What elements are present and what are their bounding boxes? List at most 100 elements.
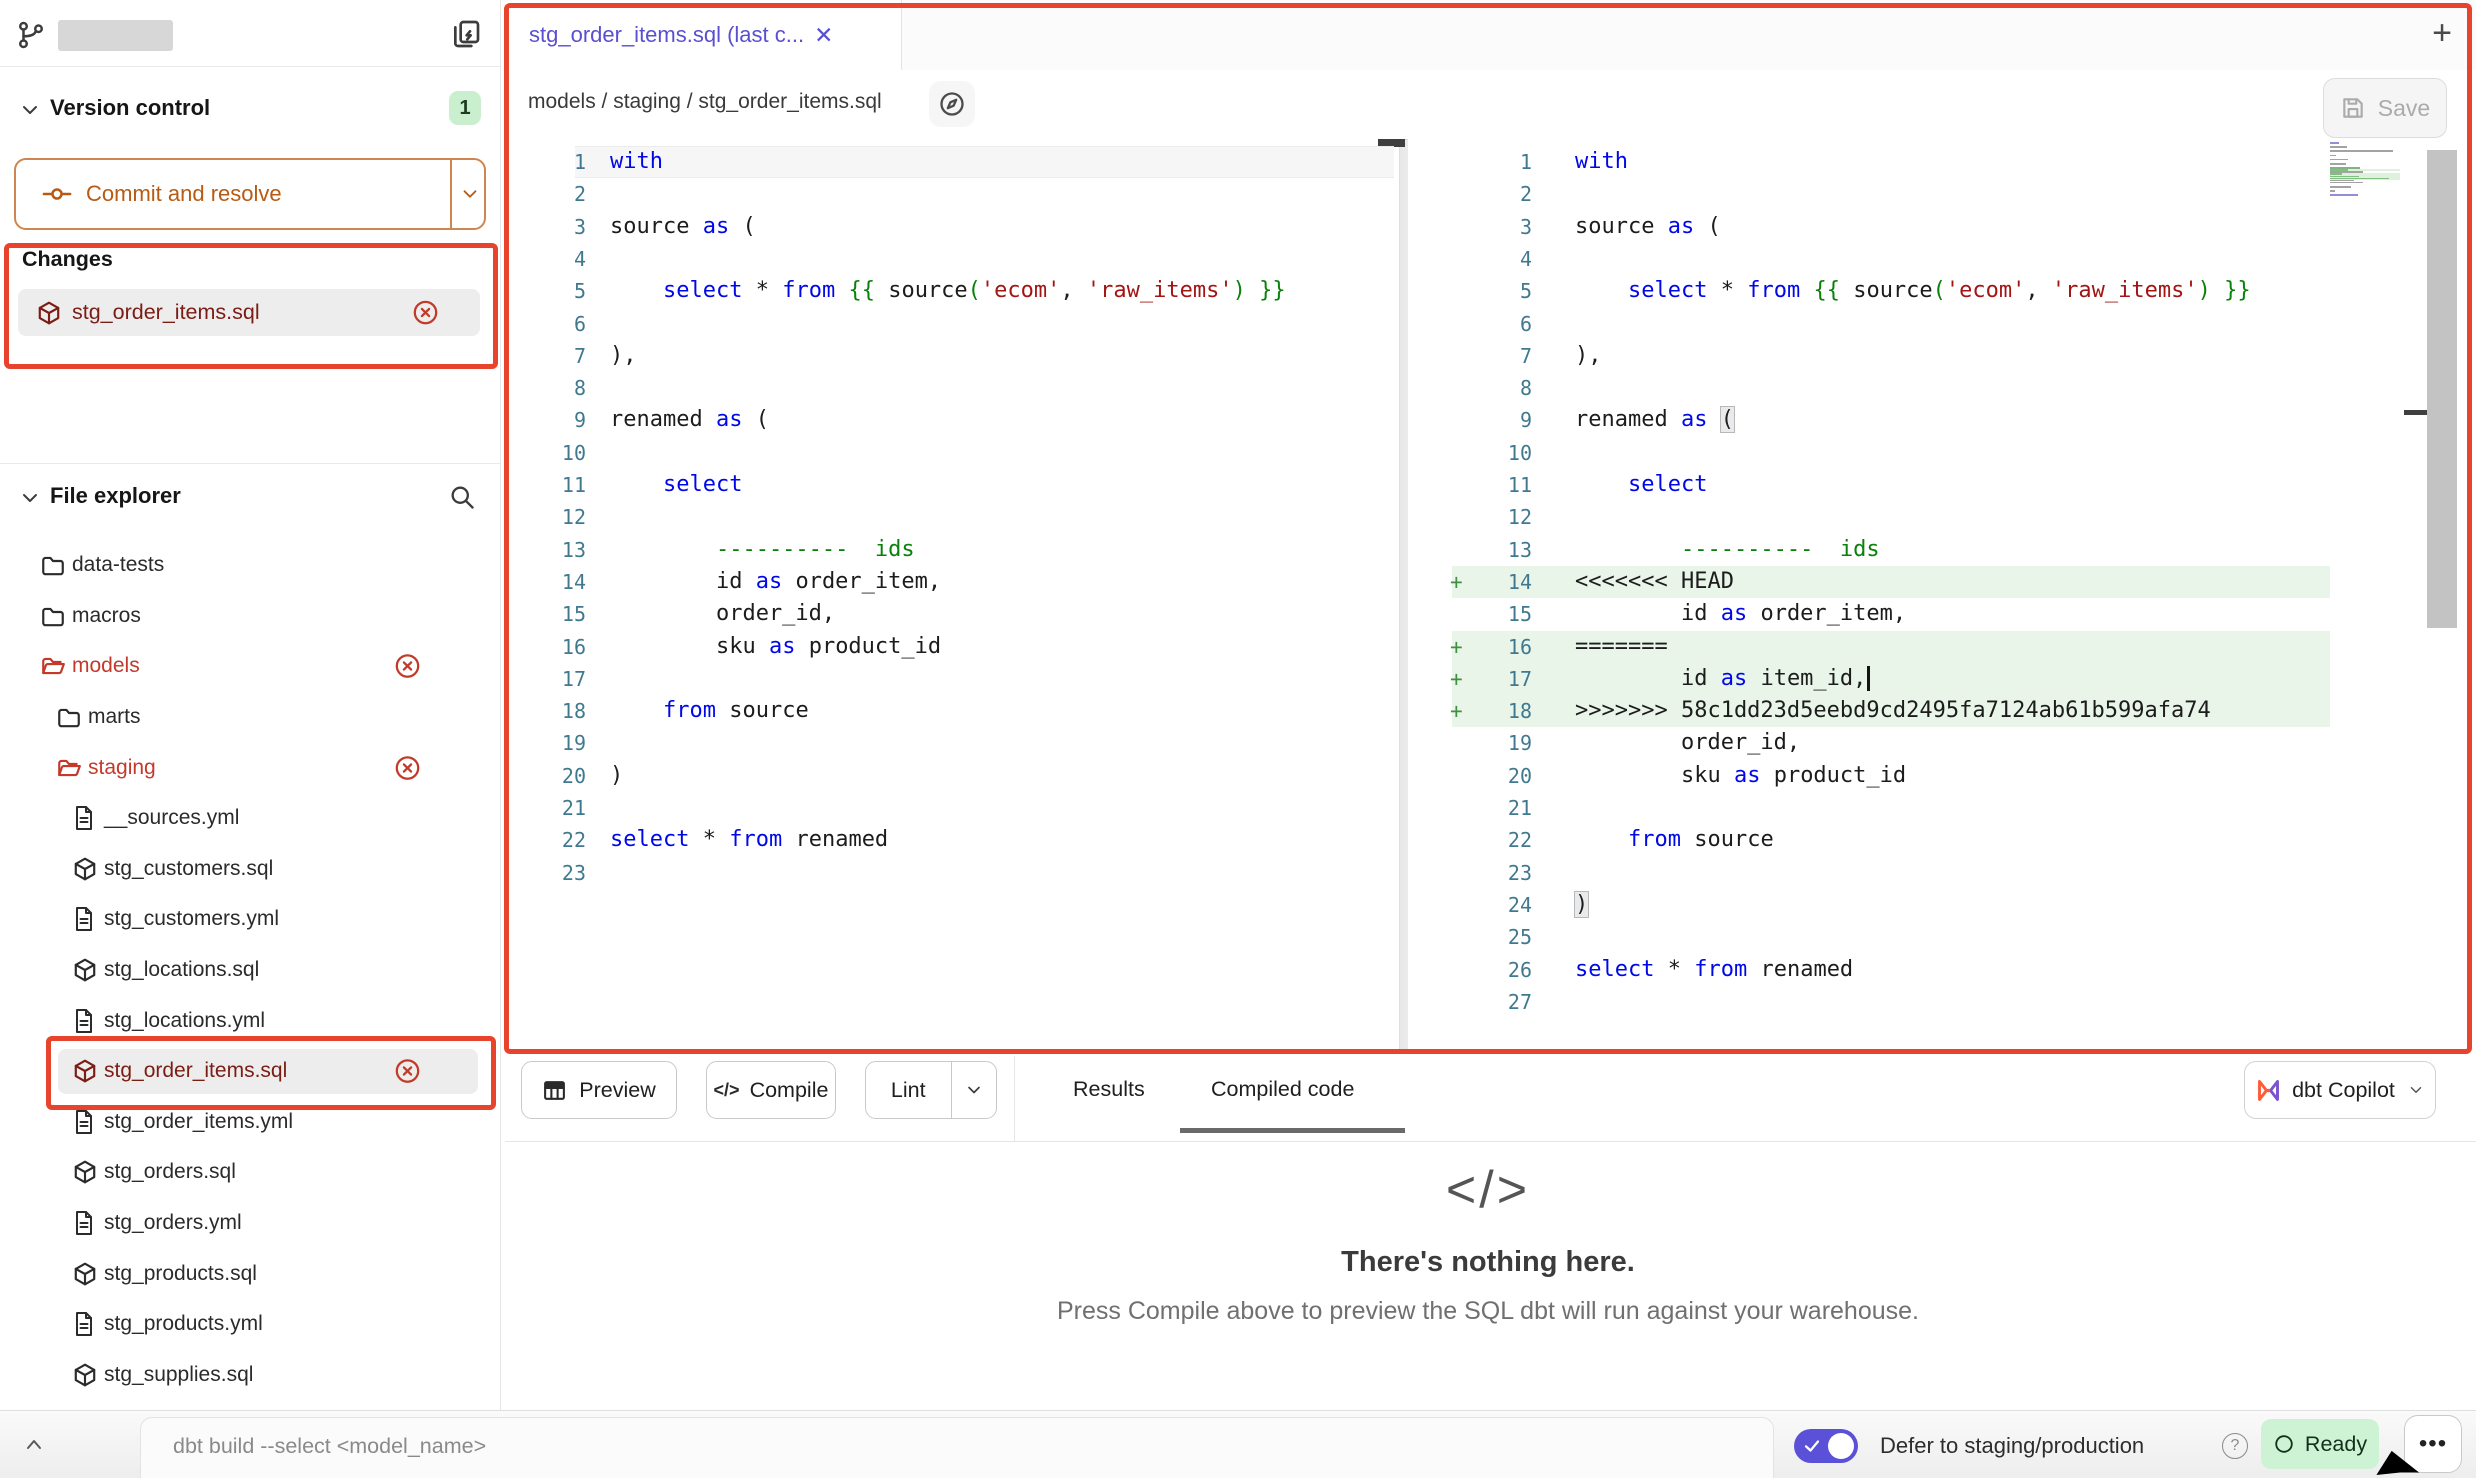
preview-button[interactable]: Preview bbox=[521, 1061, 677, 1119]
editor-pane-current[interactable]: 1with23source as (45 select * from {{ so… bbox=[1408, 139, 2476, 1049]
minimap[interactable] bbox=[2330, 142, 2400, 199]
chevron-down-icon[interactable] bbox=[459, 183, 481, 205]
code-line-7[interactable]: 7), bbox=[1408, 340, 2476, 372]
command-input[interactable]: dbt build --select <model_name> bbox=[140, 1417, 1774, 1478]
code-line-1[interactable]: 1with bbox=[1408, 146, 2476, 178]
help-icon[interactable]: ? bbox=[2222, 1433, 2248, 1459]
tab-stg-order-items[interactable]: stg_order_items.sql (last c... ✕ bbox=[501, 0, 902, 71]
code-line-19[interactable]: 19 order_id, bbox=[1408, 727, 2476, 759]
tree-item-stg-supplies-sql[interactable]: stg_supplies.sql bbox=[0, 1350, 500, 1401]
dbt-copilot-button[interactable]: dbt Copilot bbox=[2244, 1061, 2436, 1119]
tree-item--sources-yml[interactable]: __sources.yml bbox=[0, 793, 500, 844]
version-control-header[interactable]: Version control bbox=[50, 95, 210, 121]
code-line-16[interactable]: 16 sku as product_id bbox=[501, 631, 1397, 663]
commit-and-resolve-button[interactable]: Commit and resolve bbox=[14, 158, 486, 230]
right-scrollbar-thumb[interactable] bbox=[2427, 150, 2457, 628]
search-icon[interactable] bbox=[448, 483, 476, 511]
chevron-up-icon[interactable] bbox=[22, 1433, 46, 1457]
code-line-6[interactable]: 6 bbox=[1408, 308, 2476, 340]
code-line-17[interactable]: 17+ id as item_id, bbox=[1408, 663, 2476, 695]
code-line-10[interactable]: 10 bbox=[1408, 437, 2476, 469]
code-line-16[interactable]: 16+======= bbox=[1408, 631, 2476, 663]
code-line-18[interactable]: 18+>>>>>>> 58c1dd23d5eebd9cd2495fa7124ab… bbox=[1408, 695, 2476, 727]
code-line-23[interactable]: 23 bbox=[1408, 857, 2476, 889]
code-line-15[interactable]: 15 id as order_item, bbox=[1408, 598, 2476, 630]
code-line-4[interactable]: 4 bbox=[1408, 243, 2476, 275]
discard-change-icon[interactable] bbox=[394, 1058, 421, 1085]
tree-item-stg-customers-sql[interactable]: stg_customers.sql bbox=[0, 844, 500, 895]
editor-pane-previous-version[interactable]: 1with23source as (45 select * from {{ so… bbox=[501, 139, 1397, 1049]
code-line-21[interactable]: 21 bbox=[1408, 792, 2476, 824]
tree-item-stg-order-items-yml[interactable]: stg_order_items.yml bbox=[0, 1097, 500, 1148]
defer-toggle[interactable] bbox=[1794, 1429, 1858, 1463]
discard-change-icon[interactable] bbox=[394, 653, 421, 680]
code-line-4[interactable]: 4 bbox=[501, 243, 1397, 275]
code-line-27[interactable]: 27 bbox=[1408, 986, 2476, 1018]
code-line-20[interactable]: 20) bbox=[501, 760, 1397, 792]
tree-item-macros[interactable]: macros bbox=[0, 591, 500, 642]
code-line-21[interactable]: 21 bbox=[501, 792, 1397, 824]
tree-item-staging[interactable]: staging bbox=[0, 742, 500, 793]
code-line-14[interactable]: 14 id as order_item, bbox=[501, 566, 1397, 598]
tree-item-stg-order-items-sql[interactable]: stg_order_items.sql bbox=[0, 1046, 500, 1097]
tree-item-stg-products-yml[interactable]: stg_products.yml bbox=[0, 1299, 500, 1350]
close-tab-icon[interactable]: ✕ bbox=[814, 22, 833, 49]
code-line-22[interactable]: 22select * from renamed bbox=[501, 824, 1397, 856]
lineage-compass-button[interactable] bbox=[929, 81, 975, 127]
code-line-17[interactable]: 17 bbox=[501, 663, 1397, 695]
tree-item-marts[interactable]: marts bbox=[0, 692, 500, 743]
code-line-22[interactable]: 22 from source bbox=[1408, 824, 2476, 856]
chevron-down-icon[interactable] bbox=[18, 486, 42, 510]
code-line-2[interactable]: 2 bbox=[501, 178, 1397, 210]
file-explorer-header[interactable]: File explorer bbox=[50, 483, 181, 509]
code-line-14[interactable]: 14+<<<<<<< HEAD bbox=[1408, 566, 2476, 598]
code-line-7[interactable]: 7), bbox=[501, 340, 1397, 372]
tree-item-data-tests[interactable]: data-tests bbox=[0, 540, 500, 591]
code-line-23[interactable]: 23 bbox=[501, 857, 1397, 889]
code-line-1[interactable]: 1with bbox=[501, 146, 1397, 178]
code-line-9[interactable]: 9renamed as ( bbox=[501, 404, 1397, 436]
code-line-5[interactable]: 5 select * from {{ source('ecom', 'raw_i… bbox=[1408, 275, 2476, 307]
code-line-25[interactable]: 25 bbox=[1408, 921, 2476, 953]
chevron-down-icon[interactable] bbox=[952, 1080, 996, 1100]
tree-item-stg-orders-sql[interactable]: stg_orders.sql bbox=[0, 1147, 500, 1198]
code-line-12[interactable]: 12 bbox=[501, 501, 1397, 533]
tree-item-stg-locations-yml[interactable]: stg_locations.yml bbox=[0, 995, 500, 1046]
code-line-10[interactable]: 10 bbox=[501, 437, 1397, 469]
code-line-3[interactable]: 3source as ( bbox=[1408, 211, 2476, 243]
code-line-12[interactable]: 12 bbox=[1408, 501, 2476, 533]
discard-change-icon[interactable] bbox=[412, 299, 439, 326]
code-line-6[interactable]: 6 bbox=[501, 308, 1397, 340]
tree-item-stg-orders-yml[interactable]: stg_orders.yml bbox=[0, 1198, 500, 1249]
code-line-13[interactable]: 13 ---------- ids bbox=[501, 534, 1397, 566]
code-line-3[interactable]: 3source as ( bbox=[501, 211, 1397, 243]
tree-item-models[interactable]: models bbox=[0, 641, 500, 692]
chevron-down-icon[interactable] bbox=[18, 98, 42, 122]
discard-change-icon[interactable] bbox=[394, 754, 421, 781]
tree-item-stg-products-sql[interactable]: stg_products.sql bbox=[0, 1248, 500, 1299]
more-options-button[interactable]: ••• bbox=[2404, 1415, 2462, 1473]
code-line-18[interactable]: 18 from source bbox=[501, 695, 1397, 727]
tab-results[interactable]: Results bbox=[1073, 1061, 1145, 1117]
save-button[interactable]: Save bbox=[2323, 78, 2447, 138]
code-line-8[interactable]: 8 bbox=[501, 372, 1397, 404]
changed-file-stg-order-items[interactable]: stg_order_items.sql bbox=[18, 289, 480, 336]
tree-item-stg-customers-yml[interactable]: stg_customers.yml bbox=[0, 894, 500, 945]
copy-docs-icon[interactable] bbox=[450, 18, 482, 50]
code-line-20[interactable]: 20 sku as product_id bbox=[1408, 760, 2476, 792]
code-line-15[interactable]: 15 order_id, bbox=[501, 598, 1397, 630]
code-line-8[interactable]: 8 bbox=[1408, 372, 2476, 404]
code-line-24[interactable]: 24) bbox=[1408, 889, 2476, 921]
code-line-13[interactable]: 13 ---------- ids bbox=[1408, 534, 2476, 566]
tab-compiled-code[interactable]: Compiled code bbox=[1211, 1061, 1354, 1117]
tree-item-stg-locations-sql[interactable]: stg_locations.sql bbox=[0, 945, 500, 996]
lint-button[interactable]: Lint bbox=[865, 1061, 997, 1119]
code-line-26[interactable]: 26select * from renamed bbox=[1408, 954, 2476, 986]
code-line-19[interactable]: 19 bbox=[501, 727, 1397, 759]
code-line-2[interactable]: 2 bbox=[1408, 178, 2476, 210]
code-line-5[interactable]: 5 select * from {{ source('ecom', 'raw_i… bbox=[501, 275, 1397, 307]
code-line-11[interactable]: 11 select bbox=[1408, 469, 2476, 501]
code-line-11[interactable]: 11 select bbox=[501, 469, 1397, 501]
code-line-9[interactable]: 9renamed as ( bbox=[1408, 404, 2476, 436]
compile-button[interactable]: </> Compile bbox=[706, 1061, 836, 1119]
